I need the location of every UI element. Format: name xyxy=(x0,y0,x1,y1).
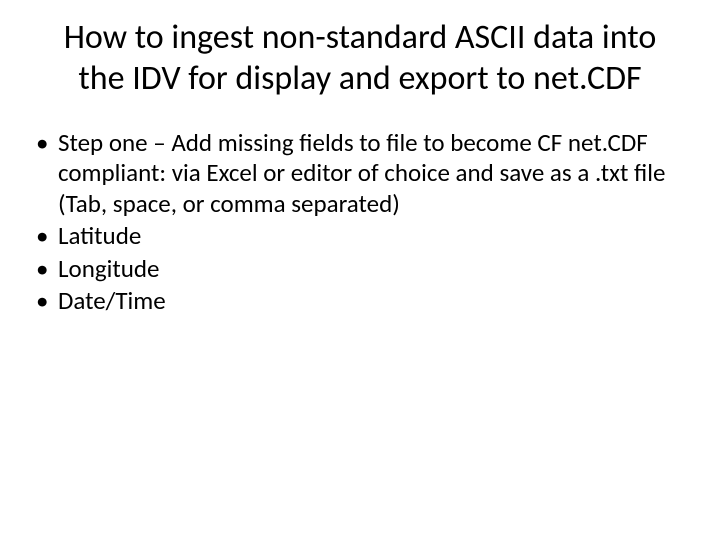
list-item: Step one – Add missing fields to file to… xyxy=(30,128,690,220)
list-item: Longitude xyxy=(30,254,690,285)
slide-title: How to ingest non-standard ASCII data in… xyxy=(30,18,690,100)
list-item: Date/Time xyxy=(30,286,690,317)
list-item: Latitude xyxy=(30,221,690,252)
bullet-list: Step one – Add missing fields to file to… xyxy=(30,128,690,317)
